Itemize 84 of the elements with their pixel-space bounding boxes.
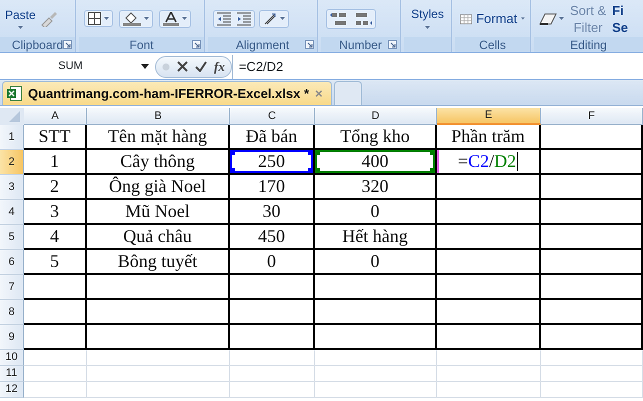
table-cell: 3 bbox=[24, 200, 87, 225]
ribbon-button[interactable]: Paste bbox=[5, 8, 36, 22]
row-header[interactable]: 9 bbox=[0, 325, 24, 350]
table-cell: Quả châu bbox=[87, 225, 230, 250]
group-label: Clipboard bbox=[12, 38, 64, 52]
table-cell: Bông tuyết bbox=[87, 250, 230, 275]
row-header[interactable]: 10 bbox=[0, 350, 24, 366]
group-label: Font bbox=[129, 38, 154, 52]
borders-icon[interactable] bbox=[88, 12, 101, 25]
caret-icon[interactable] bbox=[18, 26, 23, 28]
table-cell: 320 bbox=[315, 175, 437, 200]
group-label: Cells bbox=[479, 38, 506, 52]
table-cell: 5 bbox=[24, 250, 87, 275]
group-label: Alignment bbox=[236, 38, 290, 52]
dropdown-icon[interactable] bbox=[141, 64, 149, 69]
ribbon-button[interactable]: Format bbox=[476, 12, 518, 25]
grip-icon bbox=[162, 62, 170, 70]
column-header[interactable]: E bbox=[437, 108, 541, 125]
caret-icon[interactable] bbox=[521, 17, 525, 20]
row-header[interactable]: 7 bbox=[0, 275, 24, 300]
caret-icon[interactable] bbox=[104, 17, 109, 20]
formula-field[interactable]: =C2/D2 bbox=[232, 54, 643, 78]
table-cell: Tên mặt hàng bbox=[87, 125, 230, 150]
column-header[interactable]: C bbox=[230, 108, 315, 125]
enter-icon[interactable] bbox=[195, 61, 207, 72]
table-cell: Mũ Noel bbox=[87, 200, 230, 225]
group-label: Number bbox=[339, 38, 382, 52]
excel-file-icon bbox=[7, 86, 22, 101]
table-cell: 2 bbox=[24, 175, 87, 200]
tab-title: Quantrimang.com-ham-IFERROR-Excel.xlsx * bbox=[28, 84, 310, 103]
row-header[interactable]: 8 bbox=[0, 300, 24, 325]
group-label: Editing bbox=[570, 38, 607, 52]
table-cell: Hết hàng bbox=[315, 225, 437, 250]
font-color-icon[interactable] bbox=[163, 12, 179, 26]
row-header[interactable]: 3 bbox=[0, 175, 24, 200]
row-header[interactable]: 5 bbox=[0, 225, 24, 250]
caret-icon[interactable] bbox=[182, 17, 187, 20]
row-header[interactable]: 4 bbox=[0, 200, 24, 225]
table-cell: =C2/D2 bbox=[437, 150, 541, 175]
table-cell: 30 bbox=[230, 200, 315, 225]
table-cell: Phần trăm bbox=[437, 125, 541, 150]
table-cell: Đã bán bbox=[230, 125, 315, 150]
orientation-icon[interactable] bbox=[263, 12, 277, 26]
table-cell: 400 bbox=[315, 150, 437, 175]
caret-icon[interactable] bbox=[425, 26, 430, 29]
table-cell: STT bbox=[24, 125, 87, 150]
dialog-launcher-icon[interactable] bbox=[192, 40, 201, 49]
dialog-launcher-icon[interactable] bbox=[305, 40, 314, 49]
table-cell: 170 bbox=[230, 175, 315, 200]
dialog-launcher-icon[interactable] bbox=[63, 40, 72, 49]
dialog-launcher-icon[interactable] bbox=[388, 40, 397, 49]
row-header[interactable]: 11 bbox=[0, 366, 24, 382]
table-cell: Cây thông bbox=[87, 150, 230, 175]
table-cell: 1 bbox=[24, 150, 87, 175]
column-header[interactable]: B bbox=[87, 108, 230, 125]
insert-function-button[interactable]: fx bbox=[214, 56, 225, 76]
group-footer bbox=[404, 37, 451, 52]
table-cell: Tổng kho bbox=[315, 125, 437, 150]
caret-icon[interactable] bbox=[280, 17, 285, 20]
caret-icon[interactable] bbox=[144, 17, 149, 20]
name-box[interactable]: SUM bbox=[0, 56, 155, 78]
table-cell: 4 bbox=[24, 225, 87, 250]
row-header[interactable]: 6 bbox=[0, 250, 24, 275]
table-cell: 0 bbox=[315, 200, 437, 225]
row-header[interactable]: 1 bbox=[0, 125, 24, 150]
row-header[interactable]: 2 bbox=[0, 150, 24, 175]
ribbon-button[interactable]: Fi Se bbox=[612, 2, 628, 36]
workbook-tab[interactable]: Quantrimang.com-ham-IFERROR-Excel.xlsx * × bbox=[2, 81, 332, 105]
table-cell: 450 bbox=[230, 225, 315, 250]
column-header[interactable]: D bbox=[315, 108, 437, 125]
row-header[interactable]: 12 bbox=[0, 382, 24, 398]
table-cell: 0 bbox=[230, 250, 315, 275]
table-cell: Ông già Noel bbox=[87, 175, 230, 200]
ribbon-button[interactable]: Styles bbox=[411, 8, 444, 21]
increase-indent-icon[interactable] bbox=[237, 12, 251, 26]
table-cell: 250 bbox=[230, 150, 315, 175]
column-header[interactable]: F bbox=[541, 108, 643, 125]
fill-color-icon[interactable] bbox=[123, 12, 141, 26]
cancel-icon[interactable] bbox=[177, 61, 188, 72]
caret-icon[interactable] bbox=[559, 17, 564, 20]
eraser-icon[interactable] bbox=[539, 12, 557, 24]
column-header[interactable]: A bbox=[24, 108, 87, 125]
decrease-indent-icon[interactable] bbox=[217, 12, 231, 26]
table-cell: 0 bbox=[315, 250, 437, 275]
